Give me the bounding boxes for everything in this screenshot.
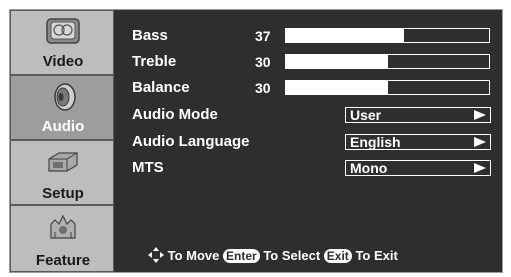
- balance-slider-fill: [286, 81, 388, 94]
- enter-key-icon: Enter: [223, 249, 260, 263]
- bass-value: 37: [255, 28, 271, 44]
- audio-language-value: English: [350, 134, 401, 150]
- mts-select[interactable]: Mono: [345, 160, 491, 176]
- hint-select-text: To Select: [263, 248, 321, 263]
- speaker-icon: [54, 83, 76, 111]
- bass-label: Bass: [132, 27, 168, 44]
- treble-value: 30: [255, 54, 271, 70]
- tab-audio-label: Audio: [41, 118, 85, 135]
- audio-language-label: Audio Language: [132, 133, 250, 150]
- balance-slider[interactable]: [285, 80, 490, 95]
- move-arrows-icon: [148, 247, 164, 263]
- menu-sidebar: Video Audio Setup Feature: [10, 10, 114, 272]
- triangle-right-icon: [474, 137, 486, 147]
- balance-label: Balance: [132, 79, 190, 96]
- bass-slider[interactable]: [285, 28, 490, 43]
- tab-video-label: Video: [42, 53, 84, 70]
- exit-key-icon: Exit: [323, 249, 352, 263]
- treble-slider[interactable]: [285, 54, 490, 69]
- bass-slider-fill: [286, 29, 404, 42]
- balance-value: 30: [255, 80, 271, 96]
- triangle-right-icon: [474, 163, 486, 173]
- navigation-hint: To Move Enter To Select Exit To Exit: [148, 247, 398, 263]
- treble-label: Treble: [132, 53, 177, 70]
- audio-mode-value: User: [350, 107, 382, 123]
- hint-exit-text: To Exit: [355, 248, 398, 263]
- tab-audio[interactable]: Audio: [10, 75, 114, 140]
- mts-value: Mono: [350, 160, 388, 176]
- video-icon: [46, 18, 80, 44]
- mts-label: MTS: [132, 159, 164, 176]
- setup-icon: [48, 152, 78, 172]
- triangle-right-icon: [474, 110, 486, 120]
- treble-slider-fill: [286, 55, 388, 68]
- tab-setup[interactable]: Setup: [10, 140, 114, 205]
- feature-icon: [50, 214, 76, 239]
- tab-video[interactable]: Video: [10, 10, 114, 75]
- tab-setup-label: Setup: [42, 185, 84, 202]
- tab-feature-label: Feature: [35, 252, 91, 269]
- audio-language-select[interactable]: English: [345, 134, 491, 150]
- tv-menu-screen: Video Audio Setup Feature Bass 37 Treble…: [0, 0, 511, 277]
- audio-mode-select[interactable]: User: [345, 107, 491, 123]
- hint-move-text: To Move: [167, 248, 220, 263]
- tab-feature[interactable]: Feature: [10, 205, 114, 272]
- audio-mode-label: Audio Mode: [132, 106, 218, 123]
